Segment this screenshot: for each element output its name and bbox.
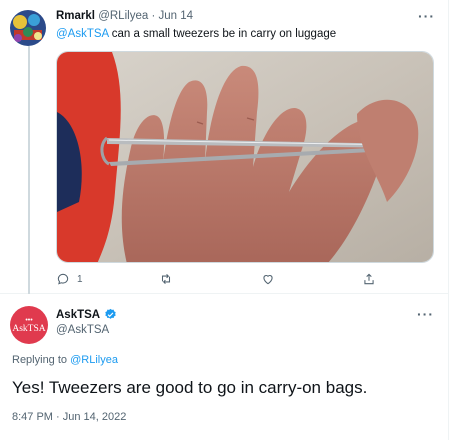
chat-bubble-icon: ••• [25, 316, 33, 324]
display-name-text: AskTSA [56, 308, 101, 321]
tweet-body: can a small tweezers be in carry on lugg… [108, 28, 337, 40]
display-name[interactable]: AskTSA [56, 308, 117, 321]
handle[interactable]: @AskTSA [56, 324, 117, 336]
tweet-timestamp[interactable]: 8:47 PM · Jun 14, 2022 [12, 411, 126, 423]
share-button[interactable] [362, 272, 376, 286]
handle[interactable]: @RLilyea [98, 10, 148, 22]
tweet-text: @AskTSA can a small tweezers be in carry… [56, 28, 336, 40]
mention-link[interactable]: @AskTSA [56, 28, 109, 40]
reply-count: 1 [77, 273, 83, 285]
tweet-thread: Rmarkl @RLilyea · Jun 14 ··· @AskTSA can… [0, 0, 449, 440]
more-icon[interactable]: ··· [417, 306, 434, 322]
tweet-actions: 1 [56, 272, 434, 290]
reply-button[interactable]: 1 [56, 272, 83, 286]
tweet-header: AskTSA @AskTSA [56, 308, 117, 336]
replying-prefix: Replying to [12, 354, 71, 366]
replying-handle-link[interactable]: @RLilyea [70, 354, 118, 366]
avatar[interactable]: ••• AskTSA [10, 306, 48, 344]
like-button[interactable] [261, 272, 275, 286]
tweet-text: Yes! Tweezers are good to go in carry-on… [12, 378, 368, 397]
retweet-icon [161, 273, 171, 285]
avatar[interactable] [10, 10, 46, 46]
tweet-photo[interactable] [56, 51, 434, 263]
original-tweet[interactable]: Rmarkl @RLilyea · Jun 14 ··· @AskTSA can… [0, 0, 449, 294]
reply-icon [57, 273, 69, 285]
photo-of-tweezers-in-hand [57, 52, 433, 262]
replying-to: Replying to @RLilyea [12, 354, 118, 366]
separator: · [151, 10, 156, 22]
thread-connector-line [28, 46, 30, 294]
avatar-logo-text: AskTSA [12, 323, 46, 334]
display-name[interactable]: Rmarkl [56, 10, 95, 22]
verified-badge-icon [105, 308, 116, 319]
tweet-header: Rmarkl @RLilyea · Jun 14 [56, 10, 193, 22]
share-icon [364, 273, 374, 285]
tweet-date[interactable]: Jun 14 [158, 10, 193, 22]
like-icon [263, 275, 273, 285]
more-icon[interactable]: ··· [418, 8, 435, 24]
retweet-button[interactable] [159, 272, 173, 286]
